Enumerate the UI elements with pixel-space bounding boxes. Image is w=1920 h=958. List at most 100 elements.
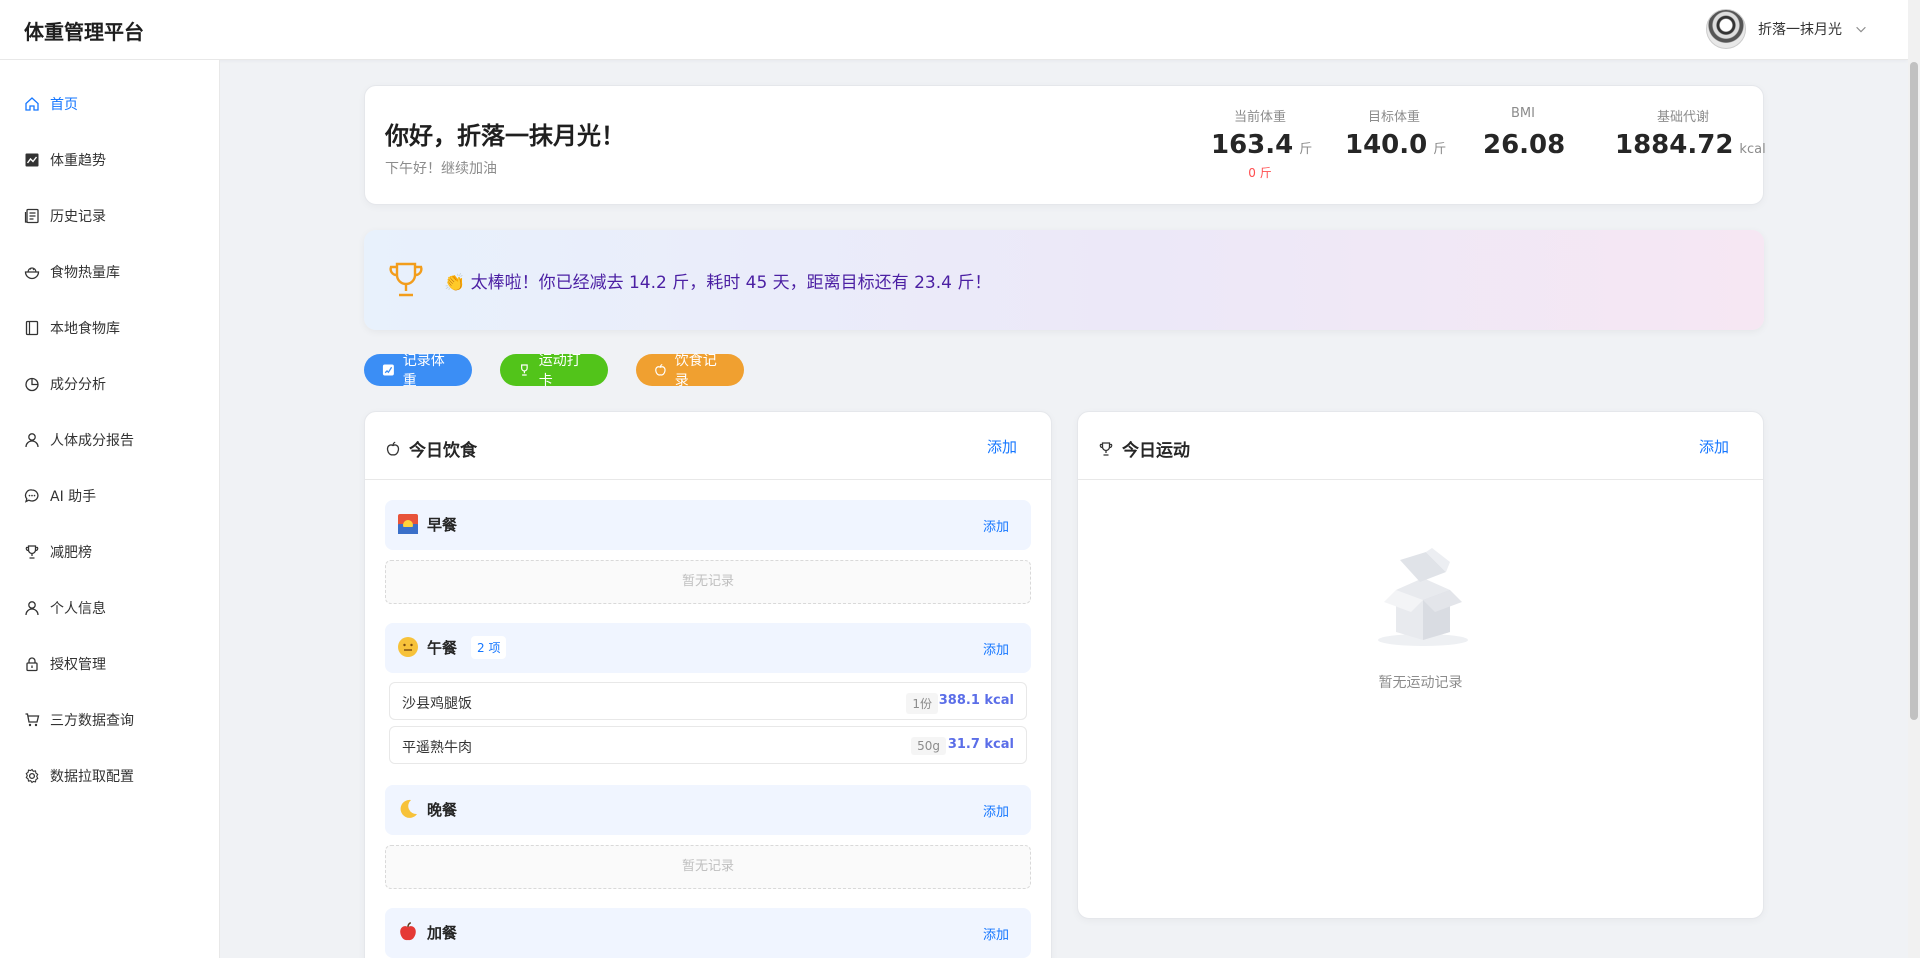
sidebar-item-body-report[interactable]: 人体成分报告 [24, 428, 134, 452]
button-label: 记录体重 [402, 353, 445, 389]
meal-name: 晚餐 [427, 801, 458, 819]
sidebar-item-label: 数据拉取配置 [50, 769, 134, 785]
stat-value: 1884.72 kcal [1615, 130, 1766, 160]
gear-icon [25, 768, 39, 784]
dinner-add-button[interactable]: 添加 [983, 801, 1009, 820]
snack-add-button[interactable]: 添加 [983, 924, 1009, 943]
sidebar-item-label: 体重趋势 [50, 153, 106, 169]
exercise-add-button[interactable]: 添加 [1699, 436, 1729, 457]
sidebar-item-weight-trend[interactable]: 体重趋势 [24, 148, 106, 172]
apple-icon [400, 922, 416, 941]
banner-text: 👏 太棒啦！你已经减去 14.2 斤，耗时 45 天，距离目标还有 23.4 斤… [444, 273, 992, 293]
apple-icon [655, 364, 666, 376]
food-calories: 388.1 kcal [938, 693, 1014, 708]
sidebar-item-label: AI 助手 [50, 489, 97, 505]
sidebar: 首页 体重趋势 历史记录 食物热量库 本地食物库 成分分析 人体成分报告 AI … [0, 60, 220, 958]
empty-box-icon [1378, 548, 1468, 646]
sidebar-item-history[interactable]: 历史记录 [24, 204, 106, 228]
app-title: 体重管理平台 [24, 20, 144, 44]
breakfast-add-button[interactable]: 添加 [983, 516, 1009, 535]
greeting: 你好，折落一抹月光！ [385, 122, 625, 150]
apple-icon [386, 441, 400, 456]
meal-dinner-header: 晚餐 添加 [385, 785, 1031, 835]
sidebar-item-label: 本地食物库 [50, 321, 120, 337]
moon-icon [400, 799, 417, 818]
sidebar-item-label: 授权管理 [50, 657, 106, 673]
food-item-row[interactable]: 平遥熟牛肉 50g 31.7 kcal [389, 726, 1027, 764]
trophy-icon [389, 262, 423, 297]
sidebar-item-data-pull[interactable]: 数据拉取配置 [24, 764, 134, 788]
lunch-add-button[interactable]: 添加 [983, 639, 1009, 658]
meal-name: 午餐 [427, 639, 458, 657]
panel-title: 今日饮食 [385, 436, 477, 461]
stat-target-weight: 目标体重 140.0 斤 [1345, 106, 1447, 160]
trend-icon [25, 153, 39, 167]
home-icon [25, 97, 39, 111]
stat-label: 目标体重 [1367, 110, 1420, 125]
meal-name: 加餐 [427, 924, 458, 942]
meal-count-badge: 2 项 [471, 636, 507, 659]
sidebar-item-label: 成分分析 [50, 377, 106, 393]
sidebar-item-label: 首页 [50, 97, 78, 113]
food-calories: 31.7 kcal [947, 737, 1014, 752]
cart-icon [25, 713, 40, 727]
meal-lunch-header: 午餐 2 项 添加 [385, 623, 1031, 673]
stat-label: BMI [1511, 106, 1535, 121]
trophy-icon [1099, 441, 1113, 456]
user-icon [25, 601, 39, 616]
user-icon [25, 433, 39, 448]
sidebar-item-home[interactable]: 首页 [24, 92, 78, 116]
achievement-banner: 👏 太棒啦！你已经减去 14.2 斤，耗时 45 天，距离目标还有 23.4 斤… [364, 230, 1764, 330]
welcome-card: 你好，折落一抹月光！ 下午好！继续加油 当前体重 163.4 斤 0 斤 目标体重… [364, 85, 1766, 205]
food-quantity: 1份 [906, 693, 938, 714]
user-name[interactable]: 折落一抹月光 [1758, 19, 1842, 39]
top-header: 体重管理平台 折落一抹月光 [0, 0, 1908, 60]
food-name: 平遥熟牛肉 [402, 740, 472, 756]
sidebar-item-label: 个人信息 [50, 601, 106, 617]
stat-bmr: 基础代谢 1884.72 kcal [1615, 106, 1766, 160]
stat-value: 26.08 [1483, 130, 1566, 160]
diet-record-button[interactable]: 饮食记录 [636, 353, 744, 389]
dinner-empty: 暂无记录 [385, 845, 1031, 889]
button-label: 运动打卡 [538, 353, 581, 389]
food-name: 沙县鸡腿饭 [402, 696, 472, 712]
exercise-checkin-button[interactable]: 运动打卡 [500, 353, 608, 389]
stat-label: 基础代谢 [1656, 110, 1709, 125]
chevron-down-icon[interactable] [1854, 22, 1868, 36]
trophy-icon [521, 364, 528, 376]
meal-snack-header: 加餐 添加 [385, 908, 1031, 958]
stat-bmi: BMI 26.08 [1483, 106, 1566, 160]
sidebar-item-third-party[interactable]: 三方数据查询 [24, 708, 134, 732]
exercise-empty-text: 暂无运动记录 [1378, 675, 1463, 691]
sunrise-icon [398, 514, 418, 534]
sidebar-item-composition[interactable]: 成分分析 [24, 372, 106, 396]
sidebar-item-ai-assistant[interactable]: AI 助手 [24, 484, 96, 508]
sidebar-item-profile[interactable]: 个人信息 [24, 596, 106, 620]
food-bowl-icon [24, 267, 40, 280]
food-item-row[interactable]: 沙县鸡腿饭 1份 388.1 kcal [389, 682, 1027, 720]
trophy-icon [25, 545, 39, 559]
avatar[interactable] [1706, 9, 1746, 49]
stat-value: 163.4 斤 [1211, 130, 1313, 160]
today-diet-card: 今日饮食 添加 早餐 添加 暂无记录 午餐 2 项 添加 沙县鸡腿饭 1份 38… [364, 411, 1052, 958]
sidebar-item-auth[interactable]: 授权管理 [24, 652, 106, 676]
stat-current-weight: 当前体重 163.4 斤 0 斤 [1211, 106, 1313, 181]
user-menu[interactable]: 折落一抹月光 [1706, 9, 1868, 49]
sidebar-item-label: 食物热量库 [50, 265, 120, 281]
sidebar-item-food-calorie[interactable]: 食物热量库 [24, 260, 120, 284]
sidebar-item-label: 历史记录 [50, 209, 106, 225]
scrollbar-thumb[interactable] [1910, 62, 1918, 720]
sidebar-item-leaderboard[interactable]: 减肥榜 [24, 540, 92, 564]
history-icon [24, 208, 39, 224]
diet-add-button[interactable]: 添加 [987, 436, 1017, 457]
lock-icon [26, 657, 38, 672]
stat-value: 140.0 斤 [1345, 130, 1447, 160]
greeting-subtitle: 下午好！继续加油 [385, 161, 497, 177]
stat-label: 当前体重 [1233, 110, 1286, 125]
sidebar-item-local-food[interactable]: 本地食物库 [24, 316, 120, 340]
vertical-scrollbar[interactable] [1908, 0, 1920, 958]
sidebar-item-label: 三方数据查询 [50, 713, 134, 729]
record-weight-button[interactable]: 记录体重 [364, 353, 472, 389]
button-label: 饮食记录 [674, 353, 717, 389]
meal-name: 早餐 [427, 516, 458, 534]
